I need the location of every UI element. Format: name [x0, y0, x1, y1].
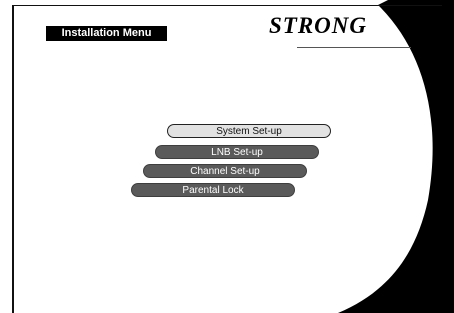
frame-top-border: [12, 5, 442, 6]
logo-text: STRONG: [269, 13, 368, 38]
menu-item-channel-setup[interactable]: Channel Set-up: [143, 164, 307, 178]
menu-item-system-setup[interactable]: System Set-up: [167, 124, 331, 138]
logo-underline: [297, 47, 411, 48]
menu-item-lnb-setup[interactable]: LNB Set-up: [155, 145, 319, 159]
frame-left-border: [12, 5, 14, 313]
menu-item-parental-lock[interactable]: Parental Lock: [131, 183, 295, 197]
strong-logo: STRONG: [269, 13, 414, 49]
menu-title: Installation Menu: [46, 26, 167, 41]
installation-menu-screen: Installation Menu STRONG System Set-up L…: [0, 0, 454, 313]
